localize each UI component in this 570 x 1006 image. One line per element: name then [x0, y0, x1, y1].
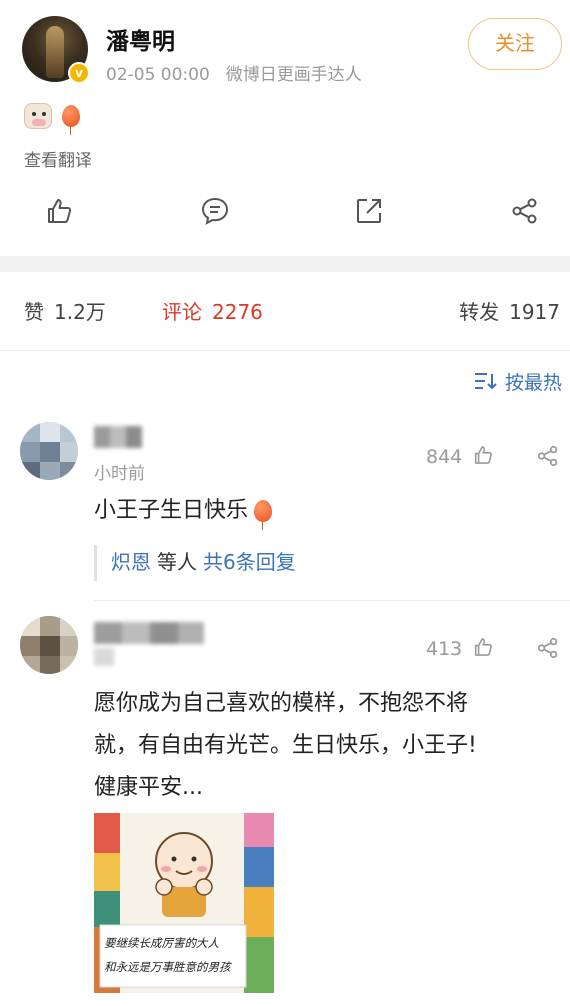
- image-caption: 要继续长成厉害的大人 和永远是万事胜意的男孩: [104, 931, 244, 979]
- author-name[interactable]: 潘粤明: [106, 22, 175, 56]
- sort-button[interactable]: 按最热: [473, 368, 562, 396]
- tab-reposts[interactable]: 转发 1917: [459, 296, 560, 325]
- comment-likes: 413: [426, 638, 463, 660]
- repost-icon[interactable]: [354, 196, 384, 226]
- comment-like-count[interactable]: 844: [426, 444, 494, 471]
- follow-button[interactable]: 关注: [468, 18, 562, 70]
- balloon-emoji-icon: [254, 500, 273, 530]
- post-action-bar: [0, 188, 570, 238]
- comment-text-line: 健康平安...: [94, 775, 203, 800]
- reposts-label: 转发: [459, 300, 500, 324]
- comment-text-body: 小王子生日快乐: [94, 498, 249, 523]
- likes-label: 赞: [24, 300, 44, 324]
- image-caption-line: 和永远是万事胜意的男孩: [104, 960, 231, 974]
- comment-meta-blurred: [94, 648, 114, 666]
- comment-username-blurred[interactable]: [94, 622, 204, 644]
- comment-username-blurred[interactable]: [94, 426, 142, 448]
- section-divider: [0, 256, 570, 272]
- comments-count: 2276: [212, 300, 263, 324]
- post-time: 02-05 00:00: [106, 65, 210, 85]
- comment-divider: [94, 600, 570, 601]
- post-meta: 02-05 00:00 微博日更画手达人: [106, 60, 362, 85]
- comment-avatar[interactable]: [20, 422, 78, 480]
- likes-count: 1.2万: [54, 300, 106, 324]
- comment-like-count[interactable]: 413: [426, 636, 494, 663]
- thumb-up-icon: [472, 636, 494, 663]
- comment-text-line: 愿你成为自己喜欢的模样，不抱怨不将: [94, 691, 469, 716]
- share-icon[interactable]: [510, 196, 540, 226]
- share-icon[interactable]: [536, 636, 560, 664]
- comments-label: 评论: [162, 300, 202, 324]
- reply-etc: 等人: [157, 550, 197, 574]
- balloon-emoji-icon: [62, 105, 80, 135]
- tab-likes[interactable]: 赞 1.2万: [24, 296, 106, 325]
- post-content: [24, 100, 80, 135]
- reply-count-link[interactable]: 共6条回复: [203, 550, 296, 574]
- thumb-up-icon: [472, 444, 494, 471]
- comment-avatar[interactable]: [20, 616, 78, 674]
- image-caption-line: 要继续长成厉害的大人: [104, 936, 219, 950]
- reply-summary[interactable]: 炽恩 等人 共6条回复: [94, 545, 296, 581]
- share-icon[interactable]: [536, 444, 560, 472]
- sort-label: 按最热: [504, 372, 562, 394]
- reposts-count: 1917: [509, 300, 560, 324]
- cow-emoji-icon: [24, 103, 52, 129]
- comment-icon[interactable]: [200, 196, 230, 226]
- comment-time: 小时前: [94, 464, 145, 484]
- verified-badge-icon: v: [68, 62, 90, 84]
- sort-icon: [473, 371, 499, 396]
- comment-text-line: 就，有自由有光芒。生日快乐，小王子!: [94, 733, 477, 758]
- comment-image[interactable]: 要继续长成厉害的大人 和永远是万事胜意的男孩: [94, 813, 274, 993]
- thumb-up-icon[interactable]: [44, 196, 74, 226]
- reply-user[interactable]: 炽恩: [111, 550, 151, 574]
- comment-likes: 844: [426, 446, 463, 468]
- tab-comments[interactable]: 评论 2276: [162, 296, 263, 325]
- post-source[interactable]: 微博日更画手达人: [226, 65, 362, 85]
- stats-divider: [0, 350, 570, 351]
- translate-link[interactable]: 查看翻译: [24, 146, 92, 171]
- stats-bar: 赞 1.2万 评论 2276 转发 1917: [0, 296, 570, 328]
- comment-text: 愿你成为自己喜欢的模样，不抱怨不将 就，有自由有光芒。生日快乐，小王子! 健康平…: [94, 683, 564, 809]
- comment-text: 小王子生日快乐: [94, 490, 273, 532]
